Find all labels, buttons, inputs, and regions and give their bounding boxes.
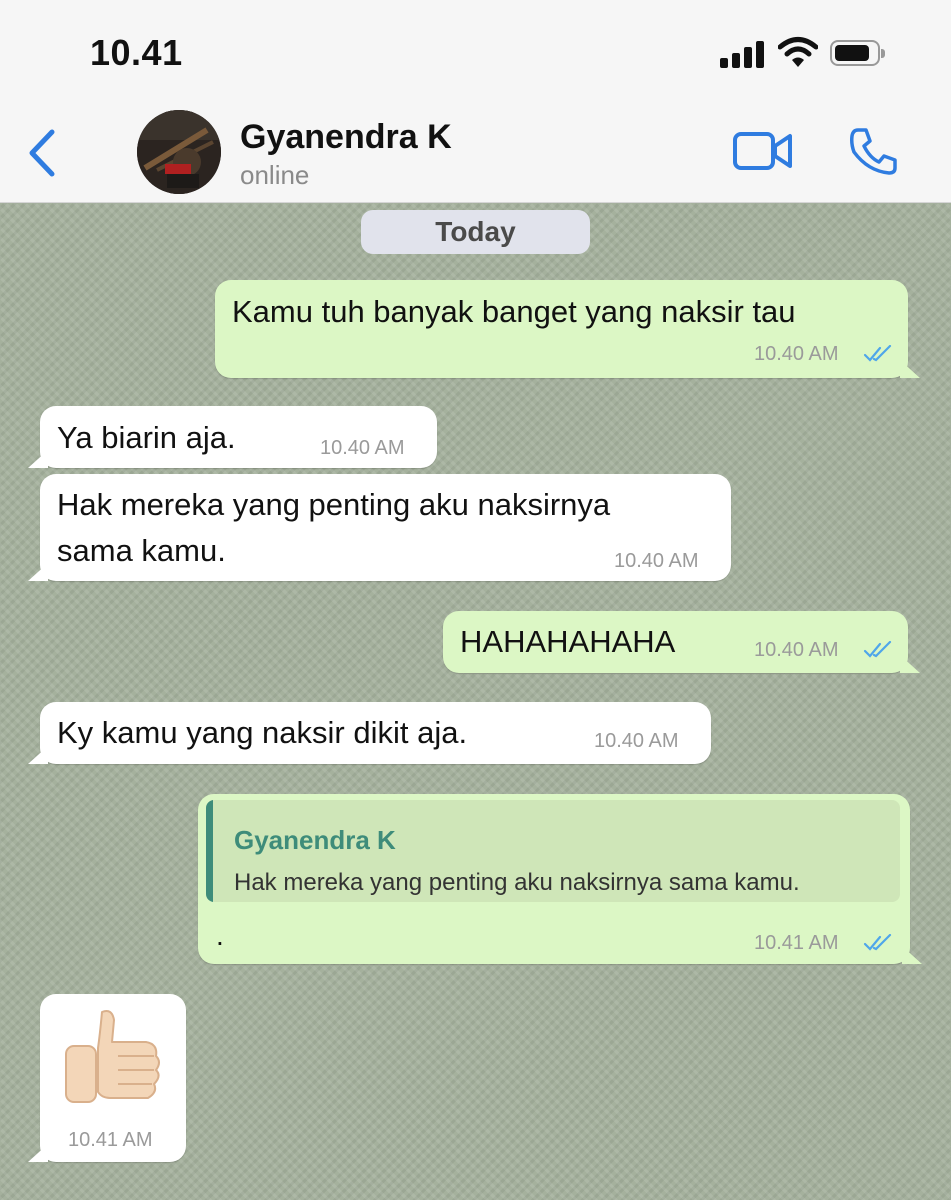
message-text: Ky kamu yang naksir dikit aja. <box>57 715 468 750</box>
message-text-line-1: Hak mereka yang penting aku naksirnya <box>57 487 611 522</box>
read-ticks-icon <box>863 934 892 951</box>
message-bubble-outgoing[interactable]: HAHAHAHAHA 10.40 AM <box>443 611 920 673</box>
chat-area[interactable]: Today Kamu tuh banyak banget yang naksir… <box>0 203 951 1200</box>
read-ticks-icon <box>863 345 892 362</box>
chevron-left-icon <box>29 129 55 177</box>
avatar-photo <box>137 110 221 194</box>
video-call-button[interactable] <box>732 128 794 174</box>
message-text: Ya biarin aja. <box>57 420 236 455</box>
message-bubble-incoming[interactable]: Ya biarin aja. 10.40 AM <box>28 406 437 468</box>
wifi-icon <box>778 37 818 67</box>
status-time: 10.41 <box>90 32 183 73</box>
chat-header: Gyanendra K online <box>0 100 951 203</box>
message-time: 10.40 AM <box>594 730 679 752</box>
message-time: 10.41 AM <box>754 932 839 954</box>
message-time: 10.41 AM <box>68 1129 153 1151</box>
contact-name[interactable]: Gyanendra K <box>240 118 452 157</box>
message-text: Kamu tuh banyak banget yang naksir tau <box>232 294 796 329</box>
message-time: 10.40 AM <box>754 639 839 661</box>
quote-text: Hak mereka yang penting aku naksirnya sa… <box>234 869 800 896</box>
status-bar: 10.41 <box>0 0 951 100</box>
quote-author: Gyanendra K <box>234 825 396 855</box>
message-bubble-incoming-emoji[interactable]: 10.41 AM <box>28 994 186 1162</box>
message-text: HAHAHAHAHA <box>460 624 676 659</box>
cellular-signal-icon <box>720 40 764 68</box>
message-bubble-outgoing-reply[interactable]: Gyanendra K Hak mereka yang penting aku … <box>198 794 922 964</box>
thumbs-up-icon <box>65 1010 160 1103</box>
message-bubble-incoming[interactable]: Hak mereka yang penting aku naksirnya sa… <box>28 474 731 581</box>
message-bubble-outgoing[interactable]: Kamu tuh banyak banget yang naksir tau 1… <box>215 280 920 378</box>
quote-accent-bar <box>206 800 213 902</box>
voice-call-button[interactable] <box>848 126 898 176</box>
message-time: 10.40 AM <box>614 550 699 572</box>
read-ticks-icon <box>863 641 892 658</box>
back-button[interactable] <box>22 128 62 178</box>
contact-avatar[interactable] <box>137 110 221 194</box>
quoted-message[interactable]: Gyanendra K Hak mereka yang penting aku … <box>206 800 900 902</box>
message-time: 10.40 AM <box>320 437 405 459</box>
battery-icon <box>830 40 885 66</box>
contact-status: online <box>240 160 310 190</box>
phone-icon <box>850 128 897 175</box>
date-separator: Today <box>361 210 590 254</box>
message-text: . <box>216 920 224 951</box>
message-time: 10.40 AM <box>754 343 839 365</box>
video-camera-icon <box>733 132 792 170</box>
message-bubble-incoming[interactable]: Ky kamu yang naksir dikit aja. 10.40 AM <box>28 702 711 764</box>
message-text-line-2: sama kamu. <box>57 533 226 568</box>
